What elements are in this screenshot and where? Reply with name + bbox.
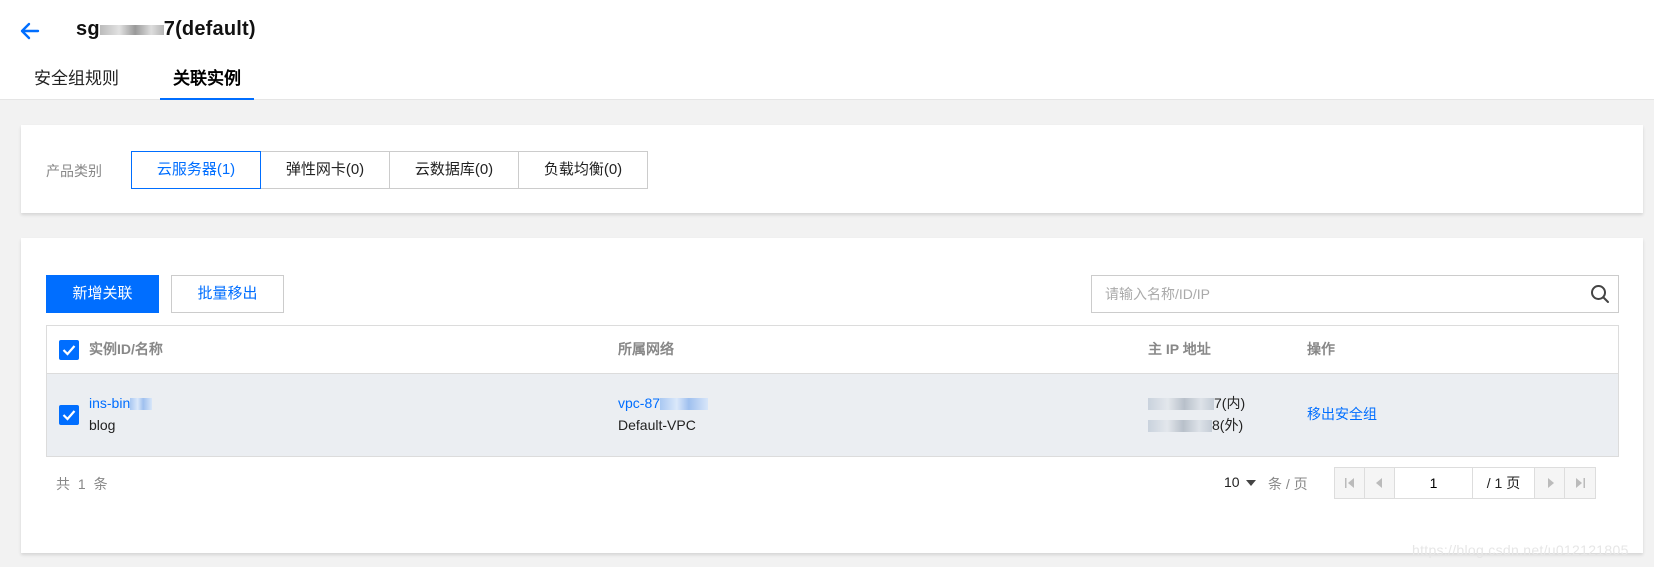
- title-suffix: 7(default): [163, 18, 256, 40]
- instance-cell: ins-bin blog: [89, 392, 153, 436]
- column-header-primary-ip: 主 IP 地址: [1148, 341, 1211, 357]
- add-association-button[interactable]: 新增关联: [46, 275, 159, 313]
- instances-table: 实例ID/名称 所属网络 主 IP 地址 操作 ins-bin blog vpc…: [46, 325, 1619, 457]
- network-cell: vpc-87 Default-VPC: [618, 392, 709, 436]
- ip-cell: 7(内) 8(外): [1148, 392, 1245, 436]
- vpc-name: Default-VPC: [618, 417, 696, 433]
- product-category-label: 产品类别: [46, 163, 102, 179]
- private-ip: 7(内): [1148, 392, 1245, 414]
- private-ip-suffix: 7(内): [1214, 395, 1246, 411]
- search-icon[interactable]: [1590, 284, 1610, 304]
- page-number-input[interactable]: [1395, 468, 1473, 498]
- tab-associated-instances[interactable]: 关联实例: [160, 62, 254, 100]
- redacted-text: [130, 398, 153, 411]
- public-ip-suffix: 8(外): [1212, 417, 1244, 433]
- product-option-cvm[interactable]: 云服务器(1): [131, 151, 261, 189]
- pagination: / 1 页: [1334, 467, 1596, 499]
- remove-from-security-group-link[interactable]: 移出安全组: [1307, 403, 1377, 425]
- table-row: ins-bin blog vpc-87 Default-VPC 7(内) 8(外…: [47, 374, 1618, 456]
- column-header-instance: 实例ID/名称: [89, 341, 163, 357]
- product-option-load-balancer[interactable]: 负载均衡(0): [518, 151, 648, 189]
- page-size-value: 10: [1224, 474, 1240, 490]
- product-filter-card: 产品类别 云服务器(1) 弹性网卡(0) 云数据库(0) 负载均衡(0): [21, 125, 1643, 213]
- instance-id: ins-bin: [89, 395, 131, 411]
- title-prefix: sg: [76, 18, 100, 40]
- tab-security-group-rules[interactable]: 安全组规则: [34, 62, 119, 100]
- next-page-button[interactable]: [1535, 468, 1565, 498]
- prev-page-button[interactable]: [1365, 468, 1395, 498]
- column-header-network: 所属网络: [618, 341, 674, 357]
- vpc-id-link[interactable]: vpc-87: [618, 392, 709, 414]
- search-input[interactable]: [1092, 276, 1572, 312]
- total-pages-label: / 1 页: [1473, 468, 1535, 498]
- last-page-button[interactable]: [1565, 468, 1595, 498]
- batch-remove-button[interactable]: 批量移出: [171, 275, 284, 313]
- instance-name: blog: [89, 417, 116, 433]
- column-header-actions: 操作: [1307, 341, 1335, 357]
- page-header: sg 7(default) 安全组规则 关联实例: [0, 0, 1654, 100]
- vpc-id: vpc-87: [618, 395, 661, 411]
- first-page-button[interactable]: [1335, 468, 1365, 498]
- product-option-eni[interactable]: 弹性网卡(0): [260, 151, 390, 189]
- instances-card: 新增关联 批量移出 实例ID/名称 所属网络 主 IP 地址 操作 ins-bi…: [21, 238, 1643, 553]
- row-checkbox[interactable]: [59, 405, 79, 425]
- instance-id-link[interactable]: ins-bin: [89, 392, 153, 414]
- table-header: 实例ID/名称 所属网络 主 IP 地址 操作: [47, 326, 1618, 374]
- page-title: sg 7(default): [76, 18, 256, 41]
- redacted-text: [660, 398, 709, 411]
- product-option-database[interactable]: 云数据库(0): [389, 151, 519, 189]
- public-ip: 8(外): [1148, 414, 1245, 436]
- total-count: 共 1 条: [56, 476, 110, 492]
- redacted-text: [1148, 420, 1212, 433]
- caret-down-icon: [1245, 480, 1256, 487]
- product-category-segment: 云服务器(1) 弹性网卡(0) 云数据库(0) 负载均衡(0): [131, 151, 648, 189]
- watermark-text: https://blog.csdn.net/u012121805: [1412, 542, 1629, 558]
- redacted-text: [99, 24, 164, 35]
- per-page-label: 条 / 页: [1268, 476, 1308, 492]
- search-box: [1091, 275, 1619, 313]
- back-arrow-icon[interactable]: [17, 18, 43, 44]
- redacted-text: [1148, 398, 1214, 411]
- select-all-checkbox[interactable]: [59, 340, 79, 360]
- page-size-select[interactable]: 10: [1224, 474, 1256, 490]
